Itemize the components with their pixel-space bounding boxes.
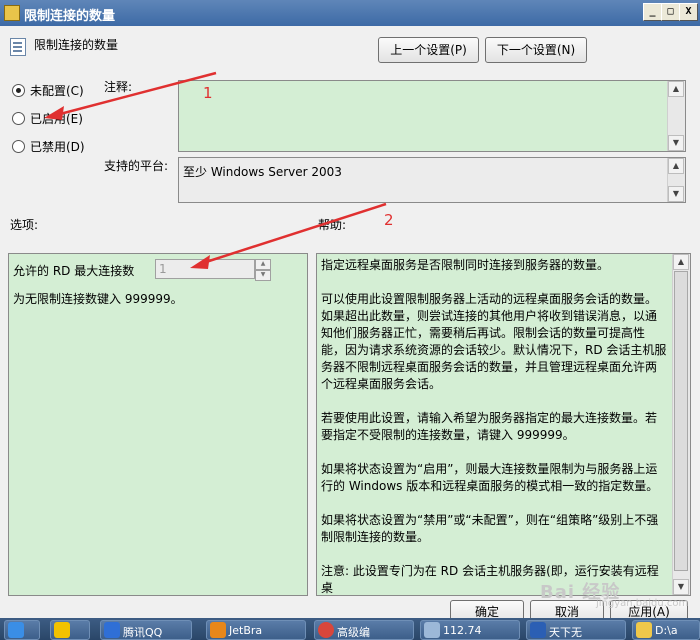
taskbar-item[interactable]: [50, 620, 90, 640]
taskbar-item[interactable]: 高级编: [314, 620, 414, 640]
annotation-arrows: [44, 71, 387, 269]
paw-icon: [104, 622, 120, 638]
taskbar-item[interactable]: 天下无: [526, 620, 626, 640]
word-icon: [530, 622, 546, 638]
watermark-url: jingyan.baidu.com: [596, 598, 689, 609]
taskbar-item[interactable]: [4, 620, 40, 640]
chrome-icon: [318, 622, 334, 638]
taskbar-item[interactable]: D:\a: [632, 620, 700, 640]
taskbar-item[interactable]: 112.74: [420, 620, 520, 640]
arrowhead-2-icon: [190, 255, 210, 269]
remote-desktop-icon: [424, 622, 440, 638]
annotation-arrow-2: [205, 202, 387, 264]
annotation-marker-2: 2: [384, 211, 394, 229]
arrowhead-1-icon: [44, 106, 64, 120]
taskbar: 腾讯QQ JetBra 高级编 112.74 天下无 D:\a: [0, 618, 700, 640]
taskbar-item[interactable]: JetBra: [206, 620, 306, 640]
folder-icon: [636, 622, 652, 638]
leaf-icon: [54, 622, 70, 638]
qq-icon: [8, 622, 24, 638]
jetbrains-icon: [210, 622, 226, 638]
annotation-marker-1: 1: [203, 84, 213, 102]
taskbar-item[interactable]: 腾讯QQ: [100, 620, 192, 640]
annotation-arrow-1: [59, 71, 217, 116]
